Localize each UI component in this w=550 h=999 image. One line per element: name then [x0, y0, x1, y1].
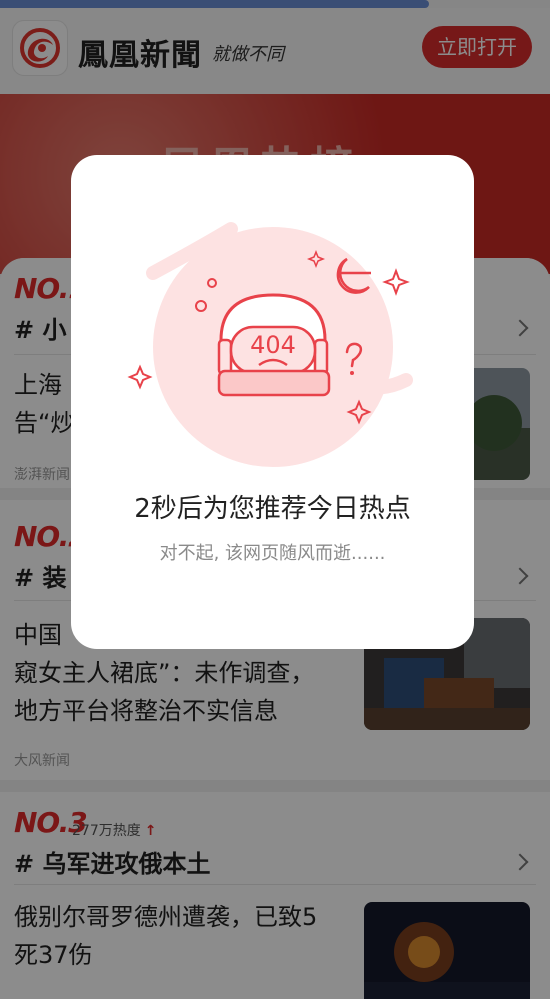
error-code: 404: [250, 331, 296, 359]
dialog-title: 2秒后为您推荐今日热点: [134, 494, 411, 524]
dialog-subtitle: 对不起, 该网页随风而逝......: [159, 543, 386, 564]
error-dialog: 404 2秒后为您推荐今日热点 对不起, 该网页随风而逝......: [71, 155, 474, 649]
404-astronaut-illustration: [127, 222, 413, 467]
